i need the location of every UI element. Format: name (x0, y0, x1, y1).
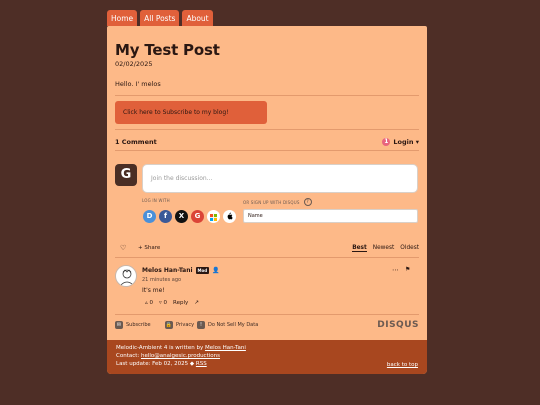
sort-oldest[interactable]: Oldest (400, 245, 419, 252)
post-title: My Test Post (115, 41, 220, 59)
x-icon[interactable]: X (175, 210, 188, 223)
facebook-icon[interactable]: f (159, 210, 172, 223)
more-icon[interactable]: ⋯ (392, 266, 399, 274)
disqus-logo[interactable]: DISQUS (377, 320, 419, 330)
mail-icon: ✉ (115, 321, 123, 329)
heart-icon[interactable]: ♡ (120, 244, 126, 252)
help-icon[interactable]: ? (303, 198, 312, 206)
mod-badge: Mod (195, 267, 210, 274)
info-icon: ! (197, 321, 205, 329)
footer-update: Last update: Feb 02, 2025 ◆ RSS (116, 360, 418, 368)
sort-newest[interactable]: Newest (373, 245, 395, 252)
divider (115, 95, 419, 96)
signup-with-label: OR SIGN UP WITH DISQUS (243, 199, 300, 205)
divider (115, 129, 419, 130)
sort-best[interactable]: Best (352, 245, 367, 252)
lock-icon: 🔒 (165, 321, 173, 329)
site-footer: Melodic-Ambient 4 is written by Melos Ha… (107, 340, 427, 374)
avatar[interactable] (115, 265, 137, 287)
comment-author[interactable]: Melos Han-Tani (142, 267, 193, 274)
login-menu[interactable]: 1 Login ▾ (382, 138, 419, 146)
downvote-button[interactable]: ▿ 0 (159, 300, 167, 306)
discussion-toolbar: ♡ + Share Best Newest Oldest (115, 244, 419, 254)
comment-author-row: Melos Han-Tani Mod 👤 (142, 267, 220, 274)
subscribe-link[interactable]: ✉ Subscribe (115, 321, 151, 329)
divider (115, 314, 419, 315)
back-to-top-link[interactable]: back to top (387, 361, 418, 369)
login-with-label: LOG IN WITH (142, 198, 170, 203)
footer-contact: Contact: hello@analgesic.productions (116, 352, 418, 360)
post-body: Hello. I' melos (115, 80, 161, 88)
comment-time[interactable]: 21 minutes ago (142, 277, 181, 283)
tab-all-posts[interactable]: All Posts (140, 10, 180, 26)
signup-label-row: OR SIGN UP WITH DISQUS ? (243, 198, 312, 206)
flag-icon[interactable]: ⚑ (405, 266, 410, 273)
divider (115, 150, 419, 151)
login-label: Login ▾ (393, 138, 419, 146)
tab-about[interactable]: About (182, 10, 213, 26)
name-field[interactable]: Name (243, 209, 418, 223)
downvote-count: 0 (163, 300, 168, 306)
reply-button[interactable]: Reply (173, 300, 188, 306)
comment-actions: ▵ 0 ▿ 0 Reply ↗ (145, 300, 199, 306)
top-nav: Home All Posts About (107, 10, 213, 26)
google-icon[interactable]: G (191, 210, 204, 223)
subscribe-label: Subscribe (126, 322, 151, 328)
disqus-header: 1 Comment 1 Login ▾ (115, 136, 419, 148)
subscribe-button[interactable]: Click here to Subscribe to my blog! (115, 101, 267, 124)
discussion-input[interactable]: Join the discussion… (142, 164, 418, 193)
share-icon[interactable]: ↗ (194, 300, 199, 306)
do-not-sell-label: Do Not Sell My Data (208, 322, 259, 328)
social-login-row: D f X G (143, 210, 236, 223)
share-button[interactable]: + Share (138, 245, 160, 251)
privacy-link[interactable]: 🔒 Privacy (165, 321, 194, 329)
notification-badge: 1 (382, 138, 391, 146)
comment-count: 1 Comment (115, 138, 157, 146)
update-prefix: Last update: Feb 02, 2025 ◆ (116, 361, 196, 368)
rss-link[interactable]: RSS (196, 361, 207, 367)
apple-icon[interactable] (223, 210, 236, 223)
comment-text: It's me! (142, 287, 165, 294)
credit-prefix: Melodic-Ambient 4 is written by (116, 345, 205, 351)
do-not-sell-link[interactable]: ! Do Not Sell My Data (197, 321, 258, 329)
author-link[interactable]: Melos Han-Tani (205, 345, 246, 351)
privacy-label: Privacy (176, 322, 195, 328)
tab-home[interactable]: Home (107, 10, 138, 26)
disqus-footer: ✉ Subscribe 🔒 Privacy ! Do Not Sell My D… (115, 320, 419, 331)
share-label: Share (144, 245, 161, 251)
guest-avatar: G (115, 164, 137, 186)
contact-link[interactable]: hello@analgesic.productions (141, 353, 220, 359)
upvote-count: 0 (149, 300, 154, 306)
upvote-button[interactable]: ▵ 0 (145, 300, 153, 306)
post-card: My Test Post 02/02/2025 Hello. I' melos … (107, 26, 427, 374)
sort-tabs: Best Newest Oldest (352, 245, 419, 252)
contact-prefix: Contact: (116, 353, 141, 360)
microsoft-icon[interactable] (207, 210, 220, 223)
user-plus-icon[interactable]: 👤 (212, 267, 219, 274)
post-date: 02/02/2025 (115, 60, 153, 68)
divider (115, 257, 419, 258)
disqus-icon[interactable]: D (143, 210, 156, 223)
footer-credit: Melodic-Ambient 4 is written by Melos Ha… (116, 344, 418, 352)
